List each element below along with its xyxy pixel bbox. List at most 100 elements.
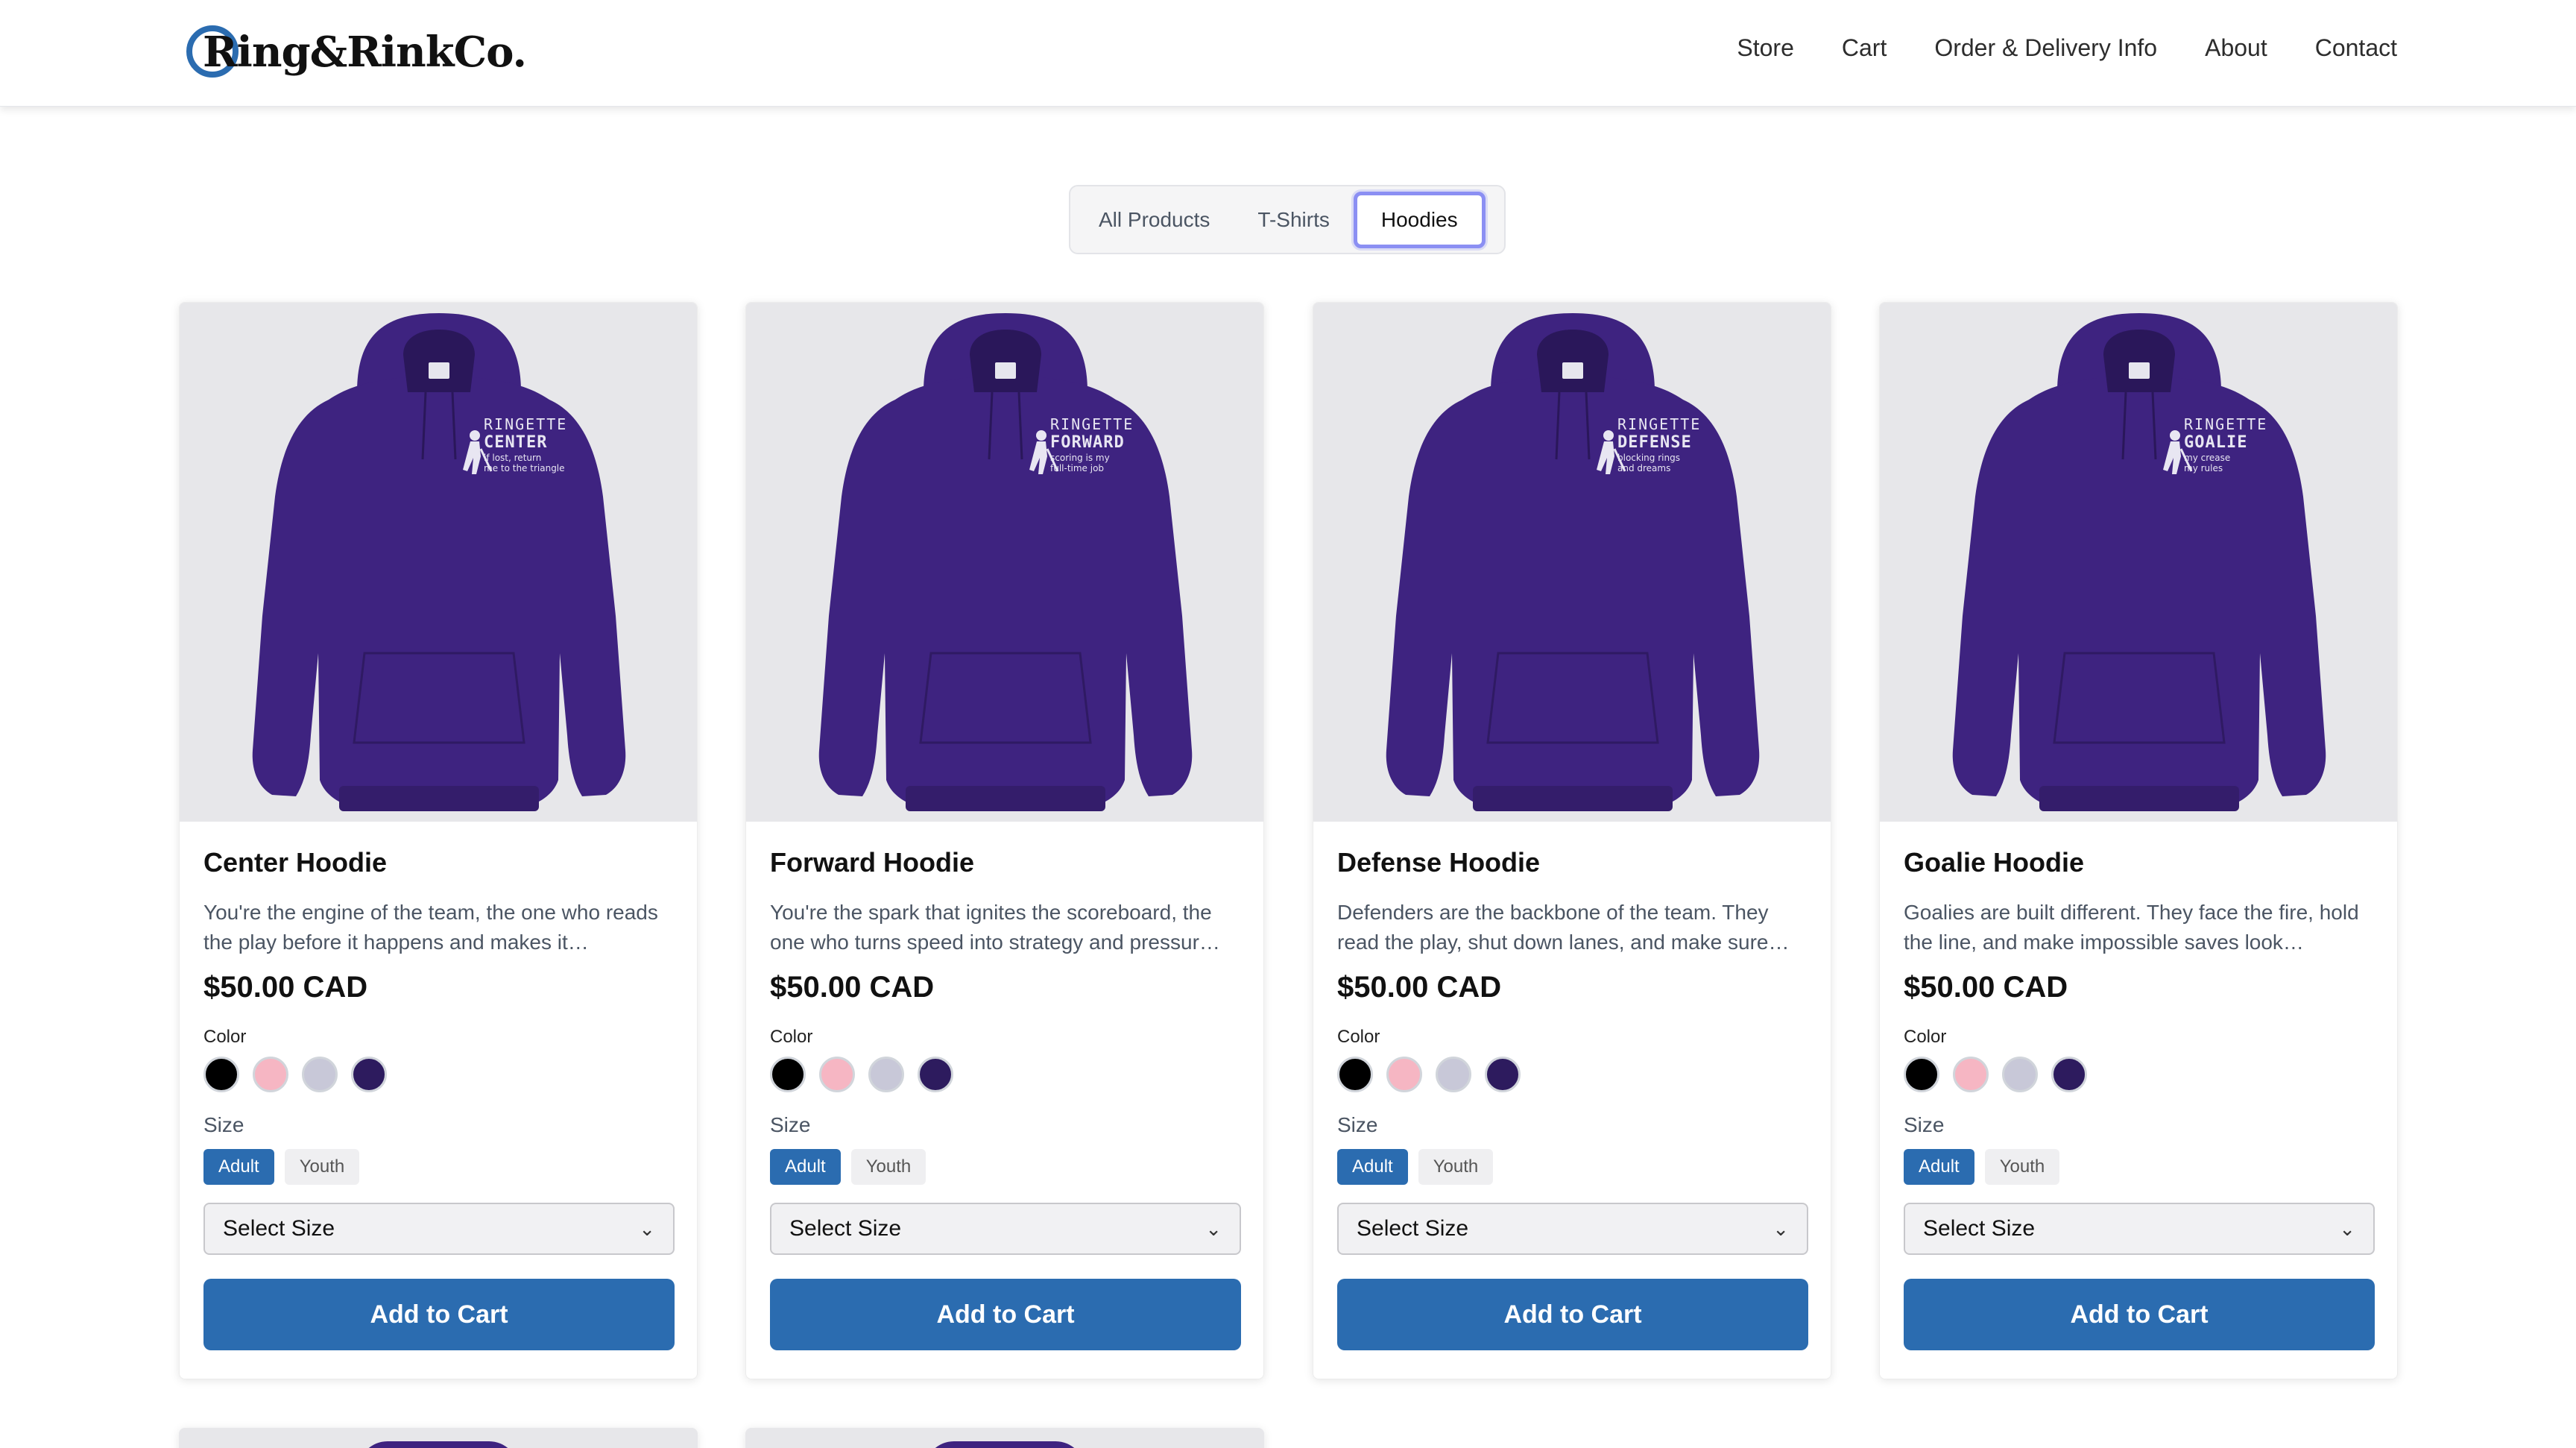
nav-about[interactable]: About	[2205, 34, 2267, 62]
product-price: $50.00 CAD	[770, 971, 935, 1004]
size-label: Size	[203, 1113, 244, 1136]
size-select[interactable]: Select Size ⌄	[1904, 1203, 2375, 1255]
product-image[interactable]: RINGETTE DEFENSE blocking rings and drea…	[1313, 303, 1831, 822]
color-swatch-pink[interactable]	[1386, 1057, 1422, 1092]
size-group-youth-button[interactable]: Youth	[850, 1149, 926, 1185]
svg-text:me to the triangle: me to the triangle	[484, 463, 565, 473]
product-description: Defenders are the backbone of the team. …	[1337, 901, 1790, 954]
color-swatch-purple[interactable]	[1485, 1057, 1521, 1092]
product-title[interactable]: Goalie Hoodie	[1904, 847, 2375, 878]
size-group-toggle: Adult Youth	[203, 1149, 675, 1185]
product-price: $50.00 CAD	[203, 971, 368, 1004]
category-tabs: All Products T-Shirts Hoodies	[1069, 185, 1506, 254]
color-swatch-black[interactable]	[203, 1057, 239, 1092]
color-swatch-grey[interactable]	[868, 1057, 904, 1092]
svg-text:FORWARD: FORWARD	[1050, 433, 1125, 452]
color-swatch-black[interactable]	[1337, 1057, 1373, 1092]
nav-order-delivery-info[interactable]: Order & Delivery Info	[1934, 34, 2157, 62]
product-price: $50.00 CAD	[1904, 971, 2068, 1004]
svg-text:if lost, return: if lost, return	[484, 453, 541, 463]
size-select[interactable]: Select Size ⌄	[770, 1203, 1241, 1255]
product-card: RINGETTE FORWARD scoring is my full-time…	[745, 302, 1264, 1379]
size-group-youth-button[interactable]: Youth	[284, 1149, 360, 1185]
main-nav: Store Cart Order & Delivery Info About C…	[1737, 34, 2397, 62]
hoodie-image: RINGETTE CENTER if lost, return me to th…	[252, 313, 626, 811]
product-description: Goalies are built different. They face t…	[1904, 901, 2359, 954]
brand-logo[interactable]: Ring&RinkCo.	[186, 22, 527, 82]
nav-contact[interactable]: Contact	[2315, 34, 2397, 62]
nav-cart[interactable]: Cart	[1842, 34, 1887, 62]
color-swatch-grey[interactable]	[2002, 1057, 2038, 1092]
size-select[interactable]: Select Size ⌄	[203, 1203, 675, 1255]
tab-t-shirts[interactable]: T-Shirts	[1234, 192, 1353, 248]
color-swatch-grey[interactable]	[302, 1057, 338, 1092]
svg-text:my crease: my crease	[2184, 453, 2230, 463]
size-group-youth-button[interactable]: Youth	[1984, 1149, 2060, 1185]
add-to-cart-button[interactable]: Add to Cart	[1337, 1279, 1808, 1350]
svg-text:RINGETTE: RINGETTE	[1617, 415, 1701, 433]
color-label: Color	[1337, 1027, 1380, 1047]
color-swatch-grey[interactable]	[1436, 1057, 1471, 1092]
color-swatch-pink[interactable]	[1953, 1057, 1989, 1092]
svg-text:DEFENSE: DEFENSE	[1617, 433, 1692, 452]
color-swatch-black[interactable]	[1904, 1057, 1939, 1092]
color-swatch-black[interactable]	[770, 1057, 806, 1092]
svg-text:scoring is my: scoring is my	[1050, 453, 1110, 463]
brand-name: Ring&RinkCo.	[203, 28, 527, 77]
svg-text:and dreams: and dreams	[1617, 463, 1670, 473]
size-label: Size	[1337, 1113, 1378, 1136]
chevron-down-icon: ⌄	[2339, 1217, 2355, 1240]
product-card: RINGETTE GOALIE my crease my rules Goali…	[1879, 302, 2398, 1379]
product-card-partial[interactable]	[179, 1428, 698, 1448]
color-swatch-purple[interactable]	[918, 1057, 953, 1092]
size-select[interactable]: Select Size ⌄	[1337, 1203, 1808, 1255]
svg-text:RINGETTE: RINGETTE	[484, 415, 567, 433]
add-to-cart-button[interactable]: Add to Cart	[1904, 1279, 2375, 1350]
chevron-down-icon: ⌄	[1205, 1217, 1222, 1240]
color-swatches	[1337, 1057, 1808, 1092]
product-details: Defense Hoodie Defenders are the backbon…	[1337, 847, 1808, 1350]
product-details: Forward Hoodie You're the spark that ign…	[770, 847, 1241, 1350]
color-label: Color	[1904, 1027, 1947, 1047]
size-label: Size	[770, 1113, 811, 1136]
color-swatch-pink[interactable]	[253, 1057, 288, 1092]
color-swatches	[770, 1057, 1241, 1092]
chevron-down-icon: ⌄	[1772, 1217, 1789, 1240]
tab-all-products[interactable]: All Products	[1075, 192, 1234, 248]
size-group-adult-button[interactable]: Adult	[1904, 1149, 1974, 1185]
svg-text:RINGETTE: RINGETTE	[1050, 415, 1134, 433]
svg-text:blocking rings: blocking rings	[1617, 453, 1680, 463]
product-image[interactable]: RINGETTE FORWARD scoring is my full-time…	[746, 303, 1263, 822]
svg-text:RINGETTE: RINGETTE	[2184, 415, 2267, 433]
nav-store[interactable]: Store	[1737, 34, 1793, 62]
size-select-value: Select Size	[789, 1216, 902, 1241]
product-title[interactable]: Center Hoodie	[203, 847, 675, 878]
product-image[interactable]: RINGETTE CENTER if lost, return me to th…	[180, 303, 697, 822]
color-swatch-purple[interactable]	[2051, 1057, 2087, 1092]
size-group-adult-button[interactable]: Adult	[770, 1149, 841, 1185]
svg-text:CENTER: CENTER	[484, 433, 547, 452]
product-title[interactable]: Forward Hoodie	[770, 847, 1241, 878]
add-to-cart-button[interactable]: Add to Cart	[203, 1279, 675, 1350]
color-swatch-purple[interactable]	[351, 1057, 387, 1092]
size-select-value: Select Size	[1357, 1216, 1469, 1241]
size-group-toggle: Adult Youth	[1337, 1149, 1808, 1185]
hoodie-image: RINGETTE FORWARD scoring is my full-time…	[818, 313, 1193, 811]
product-card-partial[interactable]	[745, 1428, 1264, 1448]
product-details: Center Hoodie You're the engine of the t…	[203, 847, 675, 1350]
color-label: Color	[203, 1027, 247, 1047]
color-swatch-pink[interactable]	[819, 1057, 855, 1092]
add-to-cart-button[interactable]: Add to Cart	[770, 1279, 1241, 1350]
size-group-adult-button[interactable]: Adult	[1337, 1149, 1408, 1185]
size-label: Size	[1904, 1113, 1945, 1136]
product-image-partial	[358, 1441, 519, 1448]
size-group-adult-button[interactable]: Adult	[203, 1149, 274, 1185]
size-group-youth-button[interactable]: Youth	[1418, 1149, 1494, 1185]
product-image[interactable]: RINGETTE GOALIE my crease my rules	[1880, 303, 2397, 822]
size-group-toggle: Adult Youth	[770, 1149, 1241, 1185]
product-image-partial	[924, 1441, 1085, 1448]
product-title[interactable]: Defense Hoodie	[1337, 847, 1808, 878]
size-select-value: Select Size	[223, 1216, 335, 1241]
size-select-value: Select Size	[1923, 1216, 2036, 1241]
tab-hoodies[interactable]: Hoodies	[1353, 191, 1486, 248]
